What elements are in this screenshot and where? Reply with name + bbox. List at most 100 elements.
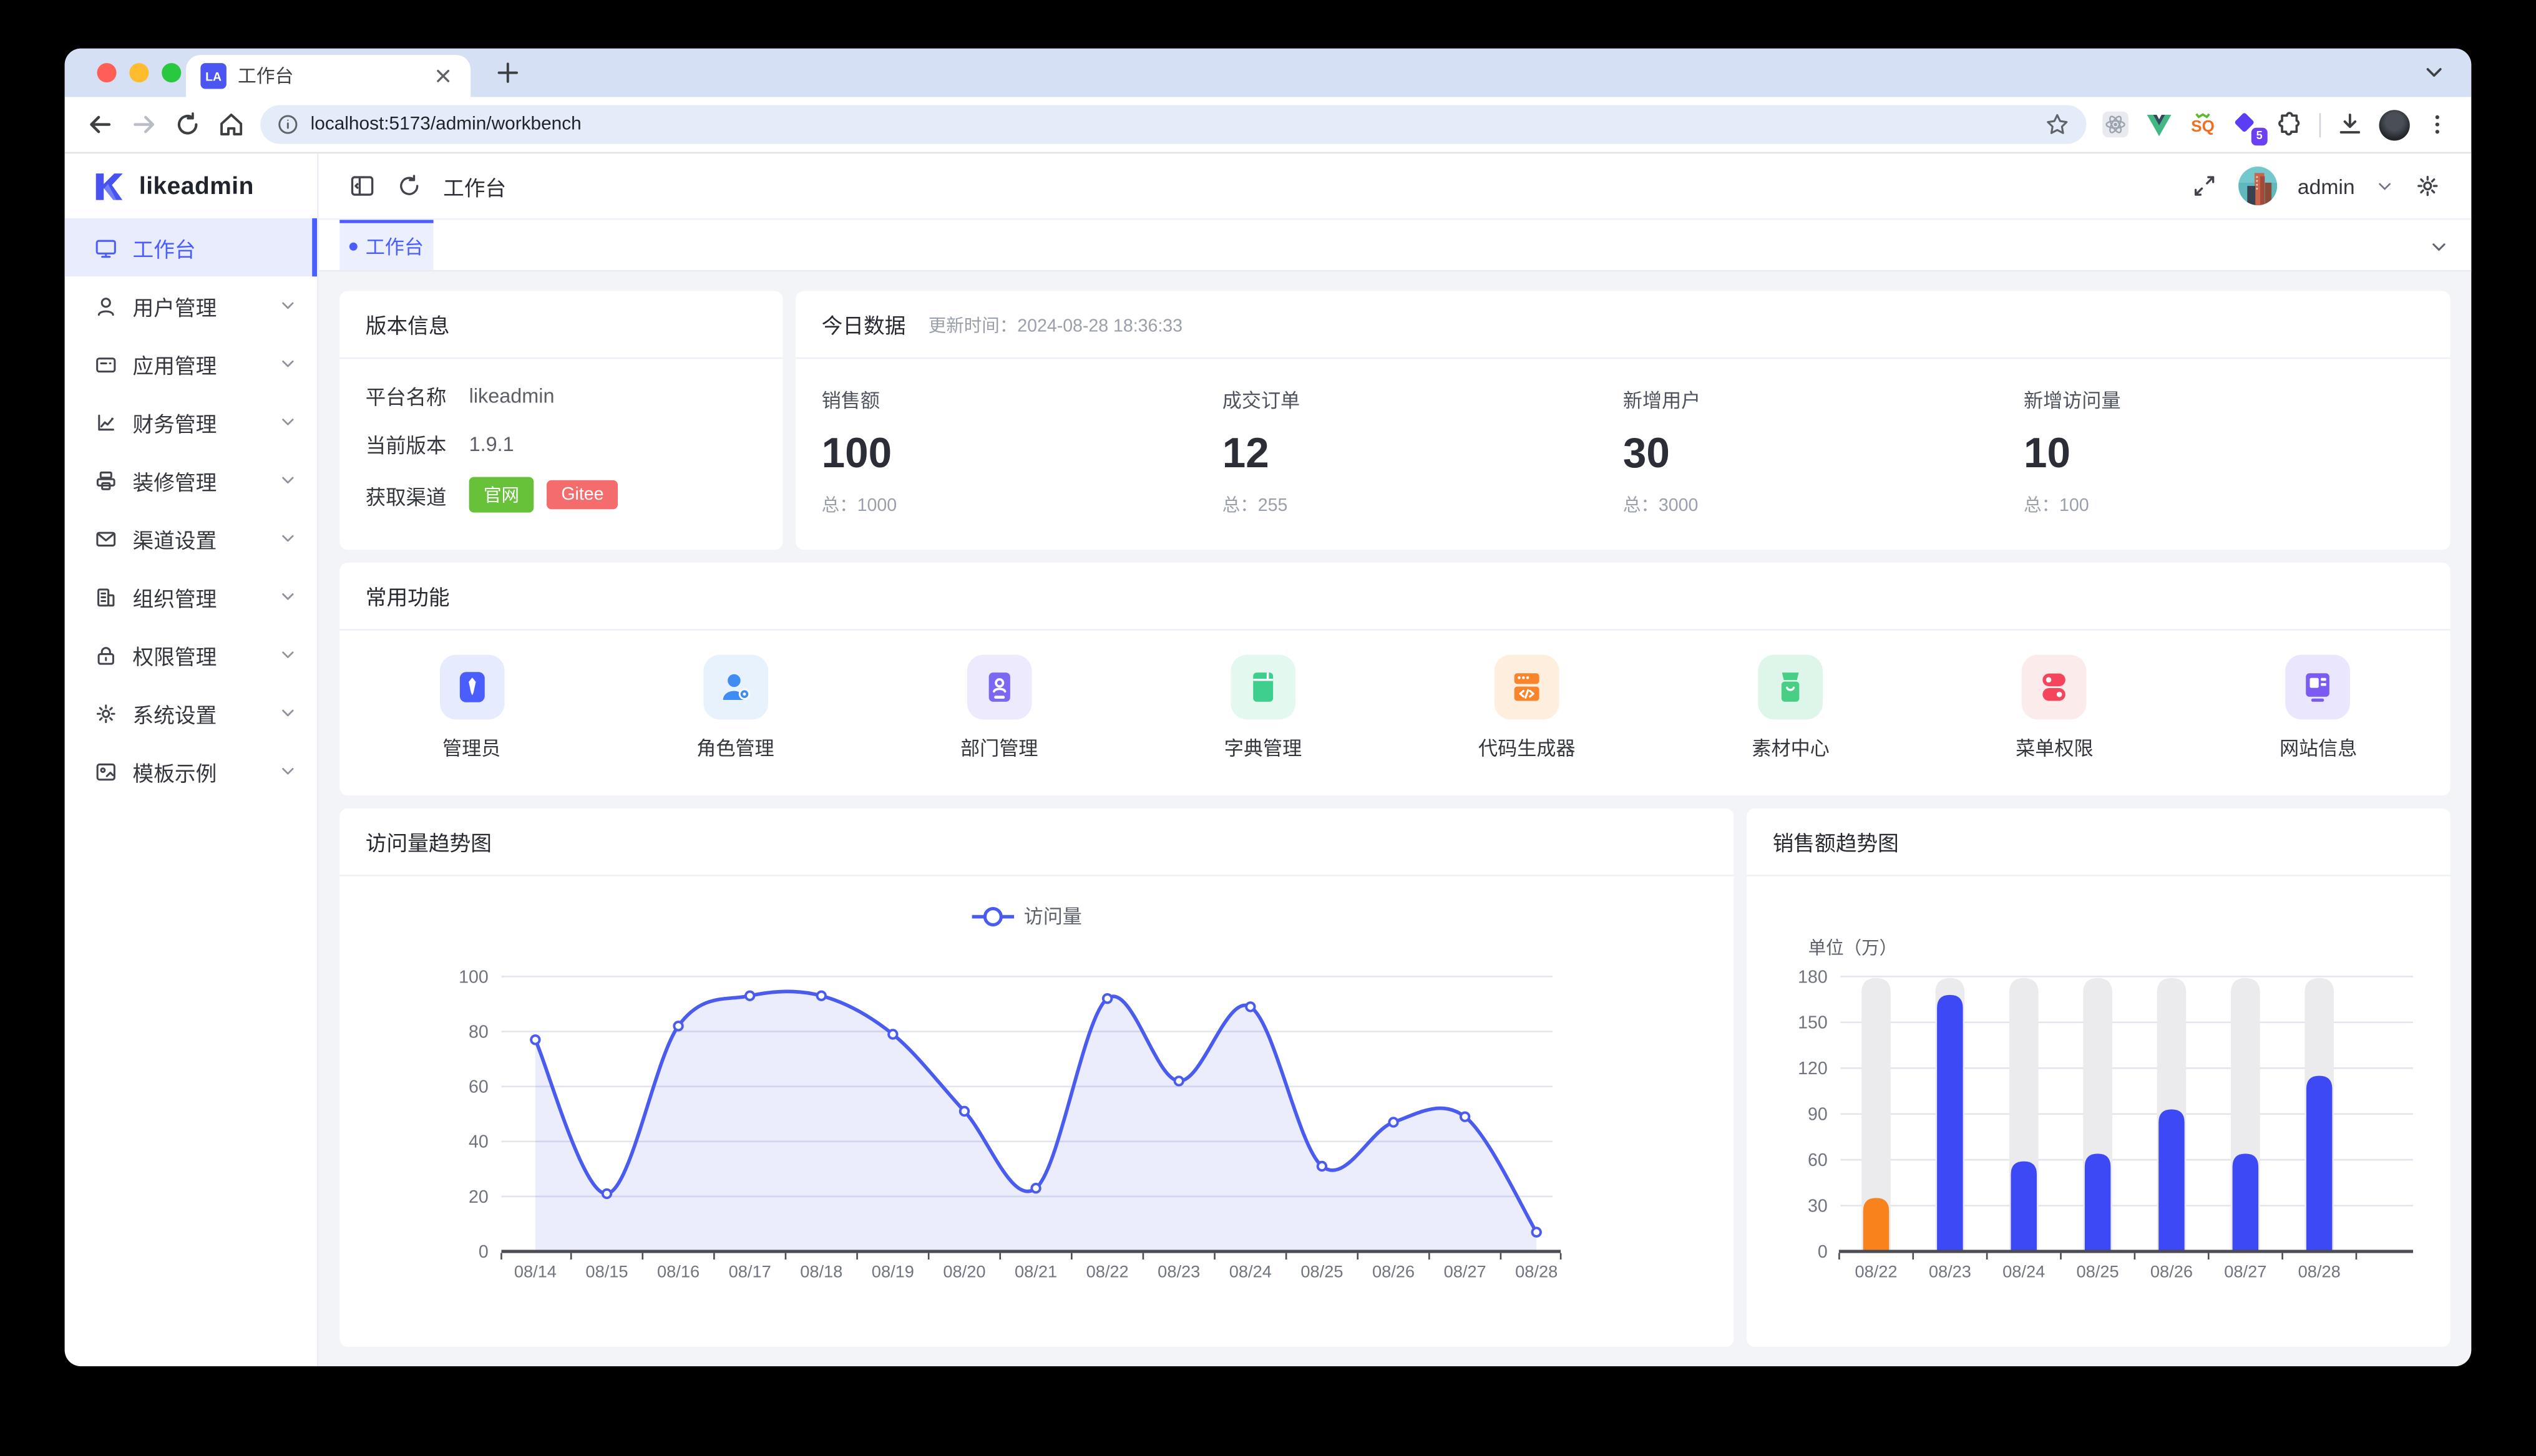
sidebar-item-app[interactable]: 应用管理	[65, 335, 317, 393]
quick-item-code-window[interactable]: 代码生成器	[1395, 655, 1659, 762]
org-icon	[94, 585, 118, 609]
sidebar-item-label: 模板示例	[133, 756, 264, 787]
visits-trend-card: 访问量趋势图 02040608010008/1408/1508/1608/170…	[339, 808, 1734, 1347]
quick-item-dept-card[interactable]: 部门管理	[867, 655, 1131, 762]
svg-text:08/22: 08/22	[1855, 1262, 1897, 1281]
home-icon[interactable]	[217, 110, 246, 139]
settings-gear-icon[interactable]	[2415, 173, 2441, 198]
sidebar-item-template[interactable]: 模板示例	[65, 742, 317, 800]
tabs-dropdown-chevron-icon[interactable]	[2429, 238, 2449, 257]
react-extension-icon[interactable]	[2101, 110, 2130, 139]
sq-extension-icon[interactable]: SQ	[2188, 110, 2218, 139]
zoom-window-button	[162, 63, 181, 82]
extensions-row: SQ 5	[2101, 109, 2451, 140]
svg-text:0: 0	[1818, 1242, 1828, 1262]
stat-column: 新增用户 30 总：3000	[1623, 386, 2024, 517]
chevron-down-icon	[278, 296, 298, 315]
quick-item-label: 部门管理	[960, 734, 1038, 762]
new-tab-button[interactable]	[495, 60, 520, 85]
svg-text:08/20: 08/20	[943, 1262, 985, 1281]
quick-item-website-window[interactable]: 网站信息	[2187, 655, 2451, 762]
stat-total: 总：100	[2024, 492, 2424, 517]
sidebar-item-lock[interactable]: 权限管理	[65, 626, 317, 684]
svg-text:40: 40	[469, 1132, 489, 1152]
kebab-menu-icon[interactable]	[2424, 112, 2450, 137]
sidebar-item-user[interactable]: 用户管理	[65, 276, 317, 334]
tab-favicon: LA	[200, 63, 226, 89]
quick-item-role-user-gear[interactable]: 角色管理	[603, 655, 867, 762]
browser-tab[interactable]: LA 工作台	[186, 55, 471, 97]
macos-window-controls[interactable]	[97, 63, 182, 82]
stat-value: 10	[2024, 429, 2424, 478]
svg-text:20: 20	[469, 1187, 489, 1207]
user-menu-chevron-icon[interactable]	[2376, 177, 2394, 195]
sidebar-item-org[interactable]: 组织管理	[65, 568, 317, 626]
sidebar-item-label: 权限管理	[133, 639, 264, 670]
svg-text:08/23: 08/23	[1158, 1262, 1200, 1281]
quick-card-title: 常用功能	[339, 563, 2450, 631]
quick-item-menu-toggles[interactable]: 菜单权限	[1923, 655, 2187, 762]
puzzle-icon[interactable]	[2276, 110, 2305, 139]
svg-text:80: 80	[469, 1022, 489, 1042]
forward-icon[interactable]	[129, 110, 158, 139]
svg-text:150: 150	[1798, 1013, 1828, 1033]
svg-text:单位（万）: 单位（万）	[1808, 938, 1898, 958]
svg-text:08/24: 08/24	[2002, 1262, 2045, 1281]
browser-window: LA 工作台	[65, 49, 2472, 1366]
refresh-icon[interactable]	[396, 173, 422, 198]
stat-column: 成交订单 12 总：255	[1222, 386, 1623, 517]
chevron-down-icon	[278, 529, 298, 548]
page-tab-workbench[interactable]: 工作台	[339, 220, 433, 269]
quick-item-dict-book[interactable]: 字典管理	[1131, 655, 1395, 762]
platform-name-row: 平台名称 likeadmin	[366, 380, 757, 410]
sidebar-item-gear[interactable]: 系统设置	[65, 684, 317, 742]
website-window-icon	[2286, 655, 2351, 720]
bookmark-star-icon[interactable]	[2044, 112, 2070, 137]
sidebar-item-label: 系统设置	[133, 697, 264, 728]
quick-item-material-box[interactable]: 素材中心	[1659, 655, 1923, 762]
username[interactable]: admin	[2298, 174, 2355, 198]
browser-profile-avatar[interactable]	[2379, 109, 2410, 140]
gitee-button[interactable]: Gitee	[547, 480, 618, 510]
sidebar-item-monitor[interactable]: 工作台	[65, 218, 317, 276]
channel-row: 获取渠道 官网 Gitee	[366, 477, 757, 513]
download-icon[interactable]	[2336, 110, 2365, 139]
admin-app: likeadmin 工作台 用户管理 应用管理 财务管理 装修管理	[65, 153, 2472, 1366]
sales-bar-chart: 单位（万）030609012015018008/2208/2308/2408/2…	[1747, 876, 2450, 1347]
svg-text:08/21: 08/21	[1015, 1262, 1057, 1281]
toolbar-divider	[2319, 112, 2321, 137]
back-icon[interactable]	[85, 110, 115, 139]
user-avatar[interactable]	[2238, 167, 2276, 205]
fullscreen-icon[interactable]	[2191, 173, 2217, 198]
sales-trend-card: 销售额趋势图 单位（万）030609012015018008/2208/2308…	[1747, 808, 2450, 1347]
admin-tie-icon	[439, 655, 504, 720]
chevron-down-icon	[278, 412, 298, 432]
sidebar-item-label: 应用管理	[133, 349, 264, 379]
finance-icon	[94, 410, 118, 434]
s5-extension-icon[interactable]: 5	[2232, 110, 2261, 139]
quick-item-label: 角色管理	[696, 734, 774, 762]
stat-column: 销售额 100 总：1000	[822, 386, 1222, 517]
app-logo[interactable]: likeadmin	[65, 153, 317, 218]
collapse-sidebar-icon[interactable]	[349, 173, 375, 198]
svg-text:08/22: 08/22	[1086, 1262, 1129, 1281]
gear-icon	[94, 701, 118, 726]
official-site-button[interactable]: 官网	[469, 477, 534, 513]
vue-extension-icon[interactable]	[2145, 110, 2174, 139]
stat-label: 新增用户	[1623, 386, 2024, 414]
sidebar-item-label: 工作台	[133, 232, 298, 263]
sales-chart-title: 销售额趋势图	[1747, 808, 2450, 876]
svg-text:180: 180	[1798, 967, 1828, 987]
tab-search-chevron-icon[interactable]	[2423, 61, 2446, 84]
url-bar[interactable]: localhost:5173/admin/workbench	[260, 105, 2086, 143]
stat-column: 新增访问量 10 总：100	[2024, 386, 2424, 517]
sidebar-item-decorate[interactable]: 装修管理	[65, 451, 317, 509]
reload-icon[interactable]	[173, 110, 202, 139]
quick-item-admin-tie[interactable]: 管理员	[339, 655, 603, 762]
sidebar-item-channel[interactable]: 渠道设置	[65, 509, 317, 567]
info-icon[interactable]	[276, 113, 299, 135]
svg-text:08/28: 08/28	[1515, 1262, 1558, 1281]
close-window-button	[97, 63, 117, 82]
tab-close-icon[interactable]	[430, 63, 456, 89]
sidebar-item-finance[interactable]: 财务管理	[65, 393, 317, 451]
